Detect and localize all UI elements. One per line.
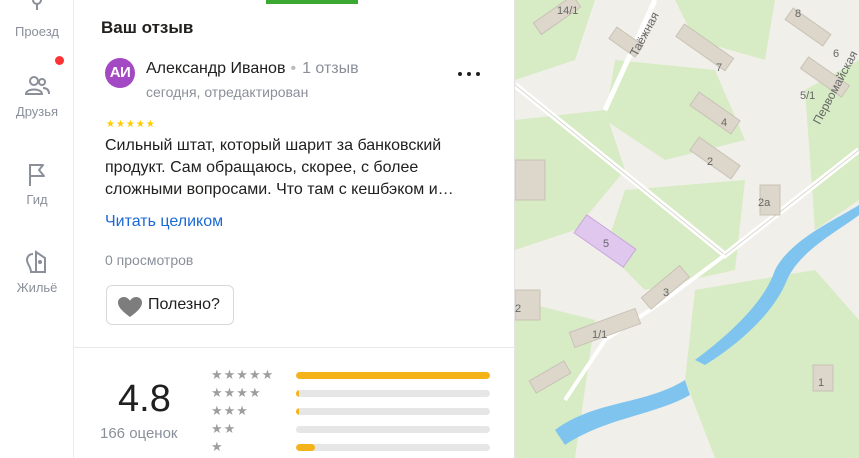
more-dots-icon: [458, 72, 462, 76]
map-label: 8: [795, 8, 802, 20]
map-label: 14/1: [557, 5, 579, 17]
rating-row-2: ★★: [211, 422, 501, 436]
rating-row-stars: ★★: [211, 421, 237, 436]
nav-label-route: Проезд: [14, 24, 59, 39]
more-dots-icon-part: [467, 72, 471, 76]
housing-icon: [25, 250, 46, 273]
map-label: 2: [707, 156, 714, 168]
map-label: 5/1: [800, 90, 816, 102]
nav-item-friends[interactable]: Друзья: [0, 72, 74, 119]
rating-row-stars: ★★★: [211, 403, 249, 418]
heart-icon: [118, 297, 142, 317]
map-label: 4: [721, 117, 728, 129]
rating-row-stars: ★★★★★: [211, 367, 275, 382]
rating-row-fill: [296, 444, 316, 451]
review-stars: ★★★★★: [106, 119, 156, 130]
map-canvas[interactable]: [515, 0, 859, 458]
rating-row-bar: [296, 408, 490, 415]
read-more-link[interactable]: Читать целиком: [105, 213, 223, 231]
nav-label-housing: Жильё: [16, 280, 58, 295]
rating-row-bar: [296, 444, 490, 451]
nav-label-friends: Друзья: [15, 104, 59, 119]
map-label: 5: [603, 238, 610, 250]
rating-row-stars: ★★★★: [211, 385, 262, 400]
map-label: 2а: [758, 197, 771, 209]
useful-button[interactable]: Полезно?: [106, 285, 234, 325]
rating-row-1: ★: [211, 440, 501, 454]
rating-row-stars: ★: [211, 439, 224, 454]
nav-item-route[interactable]: Проезд: [0, 0, 74, 39]
map-view[interactable]: 14/1 8 6 Таёжная 7 5/1 4 2 Первомайская 2а 5 3 2 1/1 1: [515, 0, 859, 458]
avatar[interactable]: АИ: [105, 58, 135, 88]
useful-label: Полезно?: [148, 296, 220, 313]
nav-label-guide: Гид: [26, 192, 48, 207]
map-label: 3: [663, 287, 670, 299]
map-label: 6: [833, 48, 840, 60]
rating-row-bar: [296, 426, 490, 433]
nav-item-guide[interactable]: Гид: [0, 160, 74, 207]
review-text: Сильный штат, который шарит за банковски…: [105, 137, 454, 198]
rating-value: 4.8: [118, 378, 171, 420]
map-label: 1: [818, 377, 825, 389]
rating-row-fill: [296, 372, 490, 379]
section-title: Ваш отзыв: [101, 18, 194, 37]
review-date: сегодня, отредактирован: [146, 84, 309, 100]
separator-dot: •: [290, 60, 297, 77]
map-label: 1/1: [592, 329, 608, 341]
rating-row-bar: [296, 372, 490, 379]
friends-icon: [24, 76, 50, 95]
rating-summary: 4.8 166 оценок ★★★★★ ★★★★ ★★★ ★★ ★: [74, 347, 515, 458]
author-review-count: 1 отзыв: [302, 60, 359, 77]
rating-row-bar: [296, 390, 490, 397]
rating-row-5: ★★★★★: [211, 368, 501, 382]
rating-row-3: ★★★: [211, 404, 501, 418]
rating-row-fill: [296, 390, 299, 397]
nav-item-housing[interactable]: Жильё: [0, 248, 74, 295]
active-tab-indicator: [266, 0, 358, 4]
map-label: 7: [716, 62, 723, 74]
left-nav: Проезд Друзья Гид Жильё: [0, 0, 74, 458]
author-line: Александр Иванов • 1 отзыв: [146, 60, 359, 78]
map-label: 2: [515, 303, 522, 315]
route-icon: [32, 0, 42, 10]
views-count: 0 просмотров: [105, 252, 194, 268]
author-name[interactable]: Александр Иванов: [146, 60, 285, 77]
review-panel: Ваш отзыв АИ Александр Иванов • 1 отзыв се…: [74, 0, 515, 458]
more-options-button[interactable]: [456, 62, 484, 86]
rating-row-4: ★★★★: [211, 386, 501, 400]
more-dots-icon-part: [476, 72, 480, 76]
guide-flag-icon: [29, 164, 45, 186]
notification-dot: [55, 56, 64, 65]
rating-row-fill: [296, 408, 299, 415]
rating-count: 166 оценок: [100, 425, 178, 442]
